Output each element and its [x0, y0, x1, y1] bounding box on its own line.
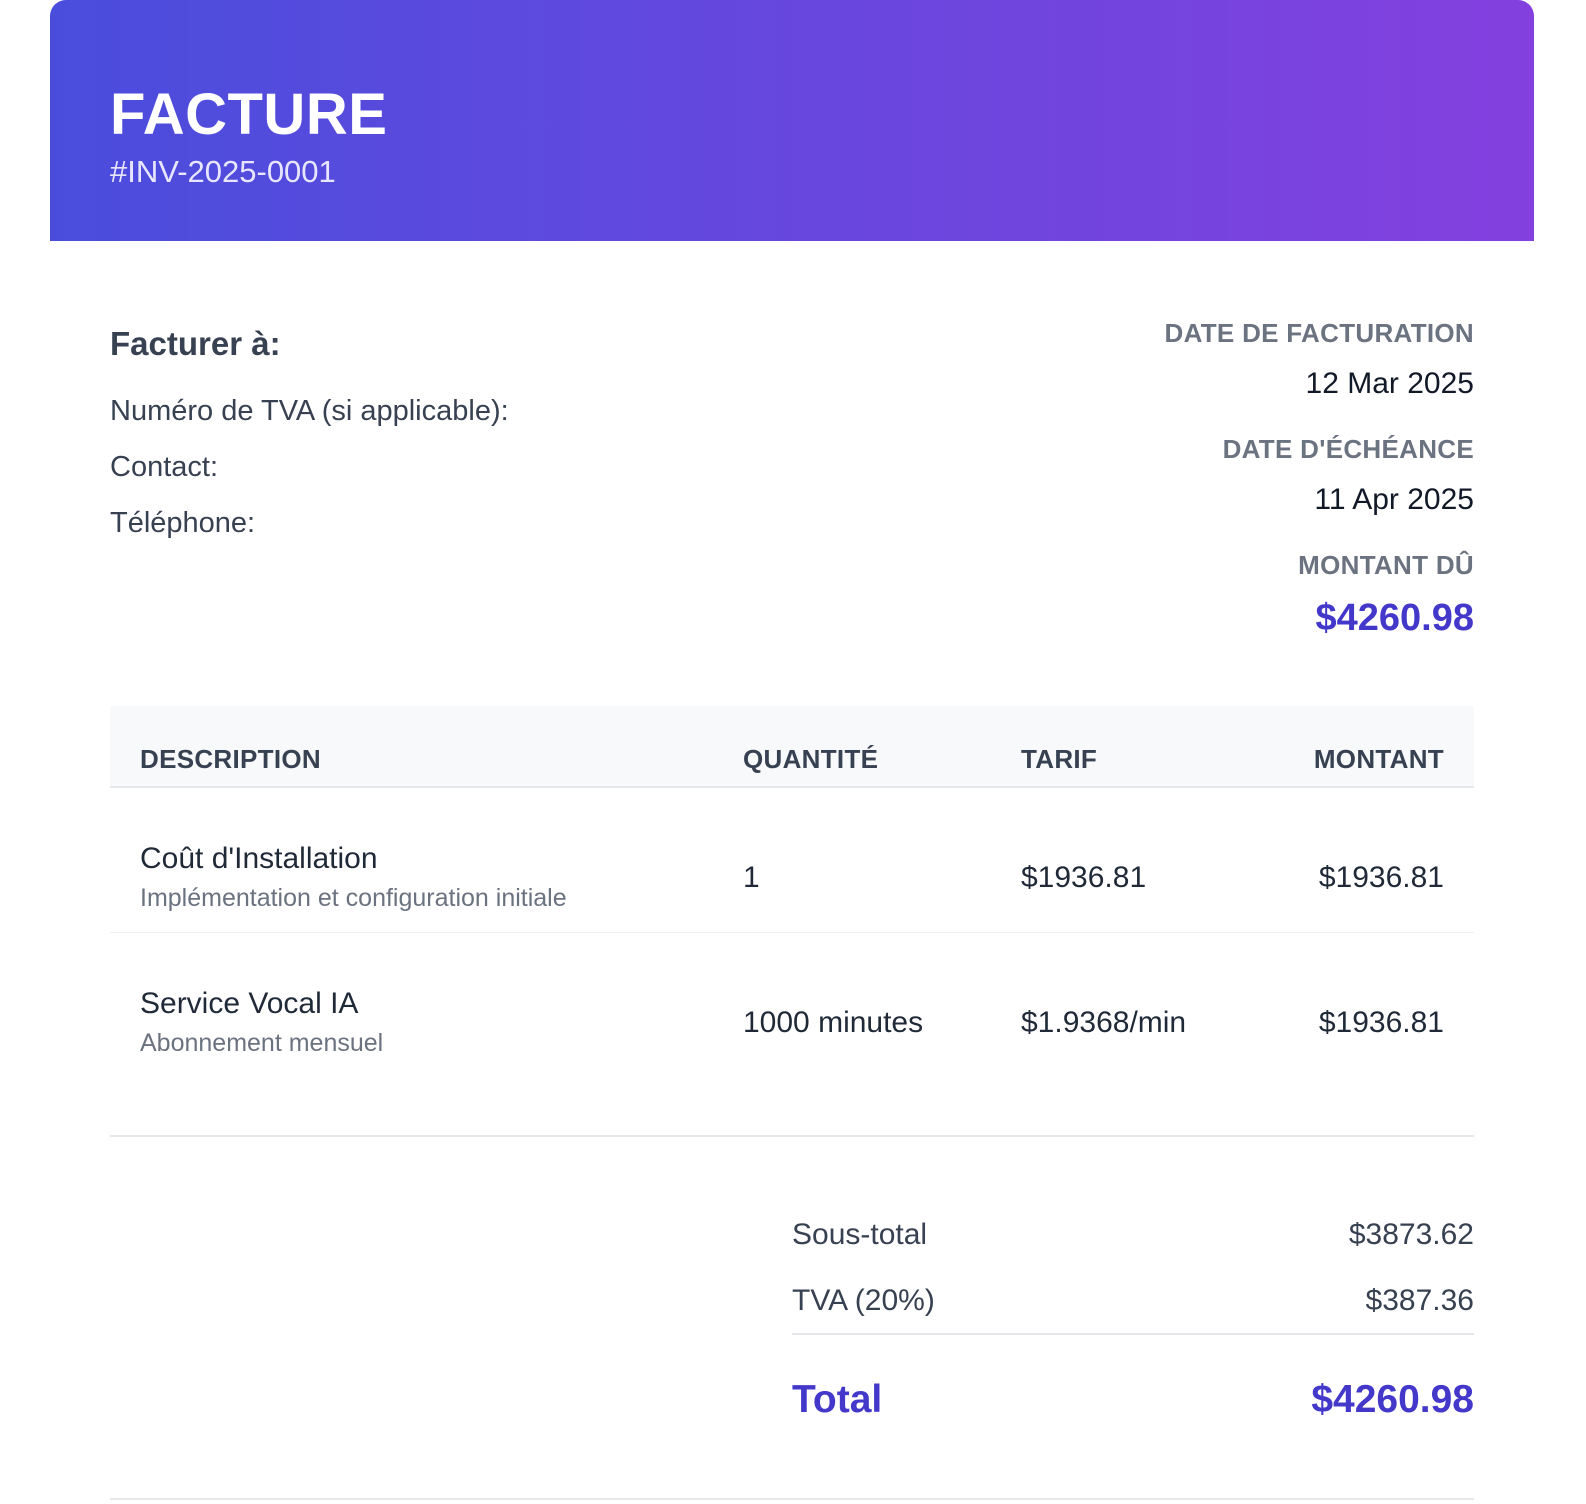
column-header-rate: TARIF: [1021, 744, 1098, 774]
item-rate: $1.9368/min: [1021, 1006, 1187, 1039]
table-row: Service Vocal IA Abonnement mensuel 1000…: [110, 933, 1474, 1077]
contact-label: Contact:: [110, 451, 218, 483]
total-value: $4260.98: [1311, 1378, 1474, 1421]
item-rate: $1936.81: [1021, 861, 1147, 894]
item-subtitle: Implémentation et configuration initiale: [140, 884, 567, 912]
total-label: Total: [792, 1378, 883, 1421]
invoice-date-value: 12 Mar 2025: [1305, 367, 1474, 400]
item-quantity: 1000 minutes: [743, 1006, 924, 1039]
table-row: Coût d'Installation Implémentation et co…: [110, 788, 1474, 933]
invoice-header: FACTURE #INV-2025-0001: [50, 0, 1534, 241]
invoice-date-label: DATE DE FACTURATION: [1164, 318, 1474, 348]
due-date-label: DATE D'ÉCHÉANCE: [1222, 434, 1474, 464]
table-header: DESCRIPTION QUANTITÉ TARIF MONTANT: [110, 706, 1474, 788]
line-items-table: DESCRIPTION QUANTITÉ TARIF MONTANT Coût …: [110, 706, 1474, 1077]
table-divider: [110, 1135, 1474, 1137]
item-quantity: 1: [743, 861, 760, 894]
invoice-title: FACTURE: [110, 82, 388, 147]
item-amount: $1936.81: [1318, 861, 1444, 894]
invoice-number: #INV-2025-0001: [110, 154, 336, 189]
item-amount: $1936.81: [1318, 1006, 1444, 1039]
summary-divider: [792, 1333, 1474, 1335]
column-header-description: DESCRIPTION: [140, 744, 321, 774]
invoice-page: FACTURE #INV-2025-0001 Facturer à: Numér…: [0, 0, 1586, 1504]
tax-value: $387.36: [1365, 1284, 1474, 1317]
amount-due-value: $4260.98: [1315, 597, 1475, 639]
phone-label: Téléphone:: [110, 507, 256, 539]
item-title: Coût d'Installation: [140, 842, 378, 875]
subtotal-value: $3873.62: [1348, 1218, 1474, 1251]
vat-number-label: Numéro de TVA (si applicable):: [110, 395, 509, 427]
column-header-quantity: QUANTITÉ: [743, 744, 879, 774]
bill-to-heading: Facturer à:: [110, 325, 281, 362]
item-title: Service Vocal IA: [140, 987, 359, 1020]
column-header-amount: MONTANT: [1313, 744, 1444, 774]
item-subtitle: Abonnement mensuel: [140, 1029, 384, 1057]
subtotal-label: Sous-total: [792, 1218, 928, 1251]
tax-label: TVA (20%): [792, 1284, 935, 1317]
due-date-value: 11 Apr 2025: [1314, 483, 1474, 516]
amount-due-label: MONTANT DÛ: [1298, 550, 1474, 580]
footer-divider: [110, 1498, 1474, 1500]
